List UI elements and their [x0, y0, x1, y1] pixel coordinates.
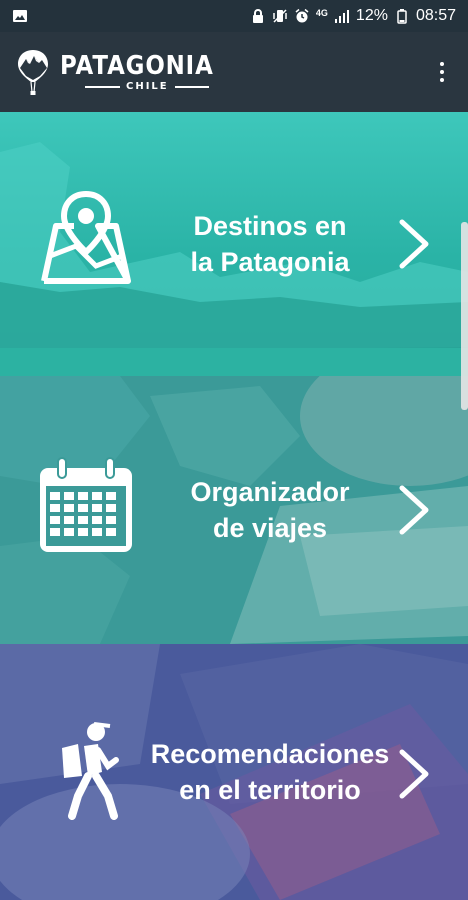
map-pin-icon — [41, 190, 131, 284]
status-bar: 4G 12% 08:57 — [0, 0, 468, 32]
hiker-icon — [62, 722, 119, 820]
app-bar: PATAGONIA CHILE — [0, 32, 468, 112]
card-destinos[interactable]: Destinos en la Patagonia — [0, 112, 468, 376]
network-label: 4G — [315, 8, 328, 18]
image-notification-icon — [13, 10, 27, 22]
lock-icon — [252, 9, 263, 23]
card-organizador[interactable]: Organizador de viajes — [0, 376, 468, 644]
chevron-right-icon — [399, 485, 429, 535]
clock: 08:57 — [415, 7, 456, 24]
card-recomendaciones[interactable]: Recomendaciones en el territorio — [0, 644, 468, 900]
card-organizador-label: Organizador de viajes — [190, 477, 350, 543]
logo-title: PATAGONIA — [60, 51, 214, 81]
calendar-icon — [40, 457, 132, 552]
chevron-right-icon — [399, 219, 429, 269]
card-destinos-label: Destinos en la Patagonia — [190, 211, 350, 277]
app-logo: PATAGONIA CHILE — [16, 48, 430, 96]
alarm-icon — [295, 8, 309, 23]
vibrate-icon — [273, 9, 287, 23]
mountain-balloon-logo-icon — [18, 50, 48, 95]
battery-percent: 12% — [355, 7, 388, 24]
scrollbar[interactable] — [461, 222, 468, 410]
battery-icon — [397, 9, 407, 24]
signal-icon — [334, 10, 349, 23]
card-recomendaciones-label: Recomendaciones en el territorio — [150, 739, 390, 805]
chevron-right-icon — [399, 749, 429, 799]
logo-subtitle: CHILE — [126, 81, 169, 92]
overflow-menu-icon[interactable] — [430, 55, 454, 89]
